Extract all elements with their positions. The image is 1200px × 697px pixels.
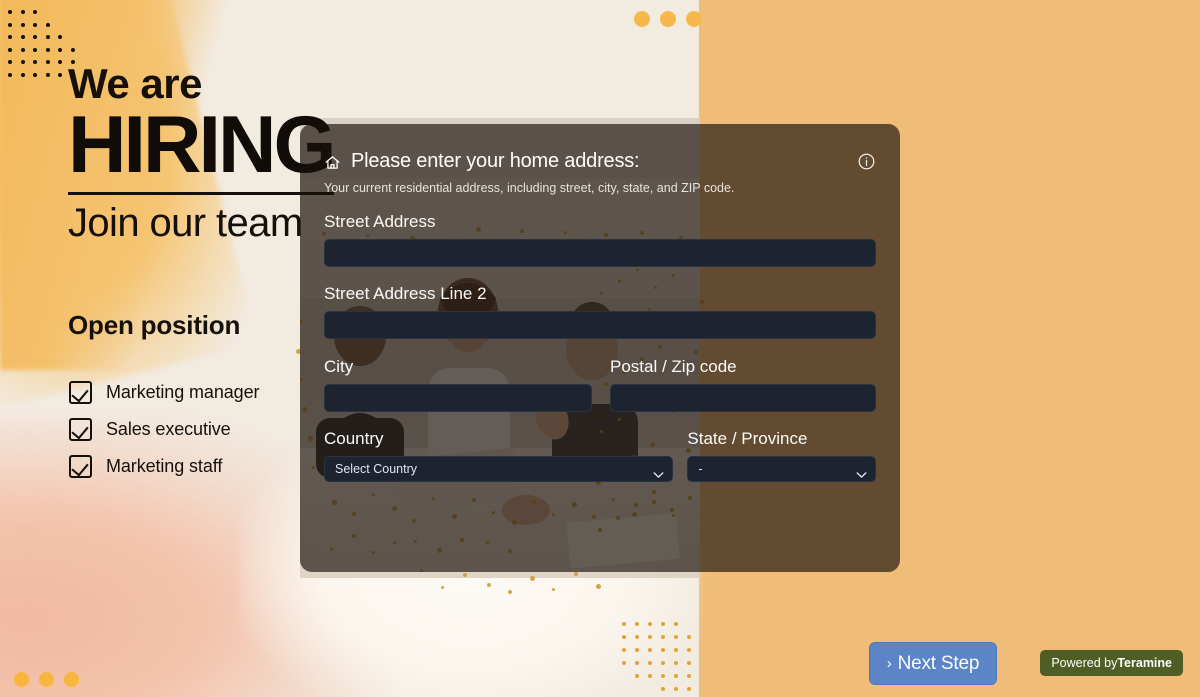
street-address-input[interactable] [324,239,876,267]
list-item[interactable]: Sales executive [69,418,259,441]
checkbox-checked-icon[interactable] [69,455,92,478]
state-select[interactable]: - [687,456,876,482]
address-form-modal: Please enter your home address: Your cur… [300,124,900,572]
chevron-right-icon: › [886,655,892,672]
info-icon[interactable] [857,152,876,171]
street-address-label: Street Address [324,212,436,231]
next-step-button[interactable]: › Next Step [869,642,997,685]
open-position-title: Open position [68,310,241,340]
postal-zip-input[interactable] [610,384,876,412]
postal-field-group: Postal / Zip code [610,339,876,412]
postal-zip-label: Postal / Zip code [610,357,737,376]
dot-grid-bottom-center [622,622,698,696]
page-title: Please enter your home address: [351,150,640,172]
city-postal-row: City Postal / Zip code [324,339,876,412]
list-item[interactable]: Marketing staff [69,455,259,478]
checkbox-checked-icon[interactable] [69,381,92,404]
dot-cluster-top-right [634,11,702,27]
powered-by-prefix: Powered by [1051,656,1118,670]
city-field-group: City [324,339,592,412]
page-root: We are HIRING Join our team Open positio… [0,0,1200,697]
city-input[interactable] [324,384,592,412]
modal-header: Please enter your home address: [324,150,876,173]
modal-subtitle: Your current residential address, includ… [324,181,735,195]
street-address-line2-input[interactable] [324,311,876,339]
list-item[interactable]: Marketing manager [69,381,259,404]
powered-by-brand: Teramine [1117,656,1172,670]
country-field-group: Country Select Country [324,412,674,482]
country-select-wrapper: Select Country [324,456,674,482]
state-province-label: State / Province [687,429,808,448]
position-label: Marketing staff [106,456,223,476]
checkbox-checked-icon[interactable] [69,418,92,441]
country-select[interactable]: Select Country [324,456,674,482]
state-field-group: State / Province - [687,412,876,482]
open-position-list: Marketing manager Sales executive Market… [69,381,259,492]
powered-by-badge[interactable]: Powered by Teramine [1040,650,1183,676]
country-state-row: Country Select Country State / Province [324,412,876,482]
country-label: Country [324,429,384,448]
street-address-line2-label: Street Address Line 2 [324,284,487,303]
city-label: City [324,357,354,376]
poster-divider [68,191,334,195]
position-label: Marketing manager [106,382,260,402]
state-select-wrapper: - [687,456,876,482]
dot-cluster-bottom-left [14,672,79,687]
position-label: Sales executive [106,419,231,439]
modal-title-group: Please enter your home address: [324,150,640,173]
home-icon [324,154,341,171]
next-step-label: Next Step [897,652,980,674]
